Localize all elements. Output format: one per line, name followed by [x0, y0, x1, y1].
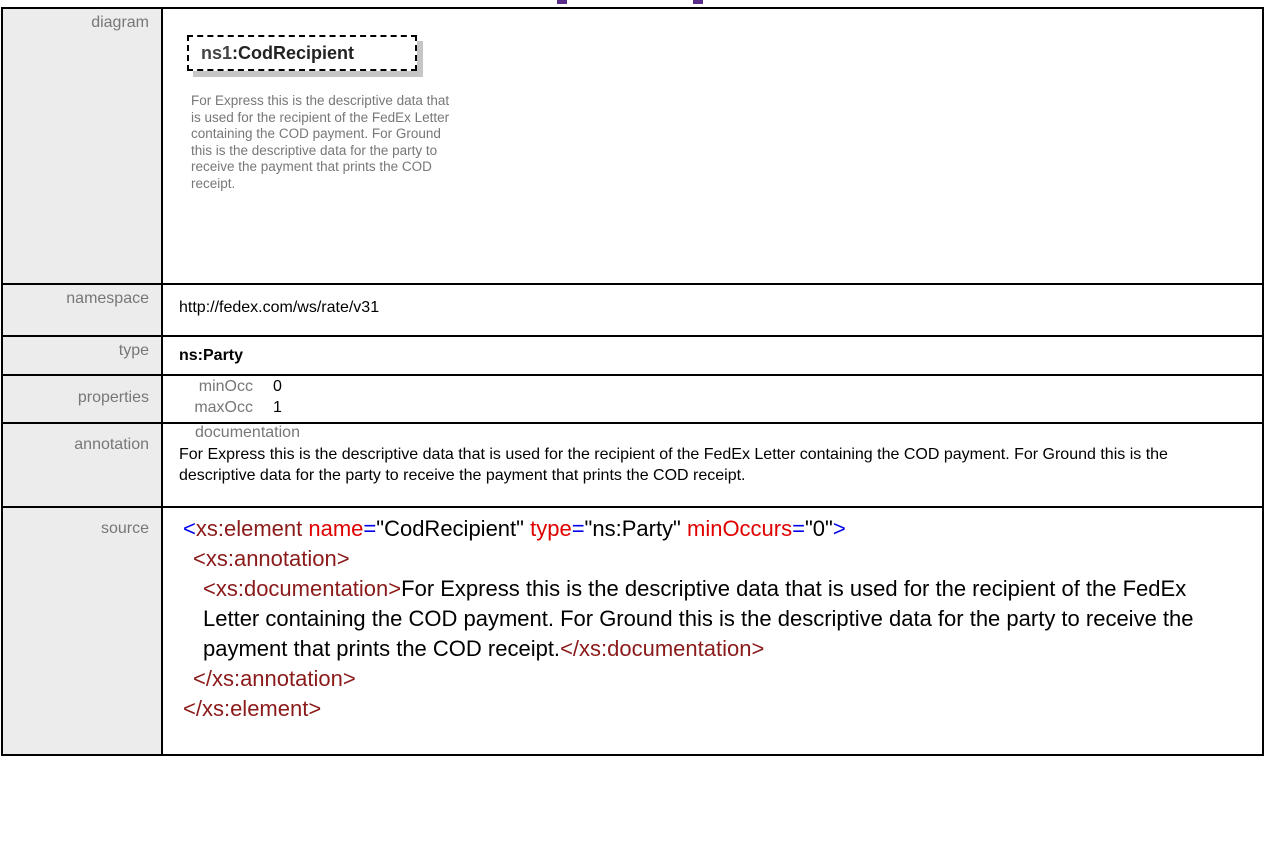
- namespace-label: namespace: [1, 283, 163, 337]
- properties-row: properties minOcc 0 maxOcc 1: [1, 374, 1264, 424]
- namespace-value: http://fedex.com/ws/rate/v31: [179, 299, 380, 316]
- property-item: maxOcc 1: [163, 397, 1262, 418]
- element-properties-table: diagram ns1:CodRecipient For Express thi…: [1, 7, 1264, 756]
- annotation-label: annotation: [1, 422, 163, 508]
- source-label: source: [1, 506, 163, 756]
- source-element-tag: xs:element: [195, 516, 309, 541]
- diagram-label: diagram: [1, 7, 163, 285]
- annotation-row: annotation documentation For Express thi…: [1, 422, 1264, 508]
- annotation-heading: documentation: [195, 424, 300, 441]
- source-line-element-open: <xs:element name="CodRecipient" type="ns…: [183, 516, 846, 541]
- source-line-documentation: <xs:documentation>For Express this is th…: [203, 576, 1194, 661]
- source-line-element-close: </xs:element>: [183, 696, 322, 721]
- heading-glyph-fragment: [557, 0, 567, 4]
- property-value: 0: [273, 378, 282, 395]
- source-line-annotation-close: </xs:annotation>: [193, 666, 356, 691]
- property-name: minOcc: [198, 378, 253, 395]
- element-diagram: ns1:CodRecipient For Express this is the…: [163, 9, 1262, 283]
- property-item: minOcc 0: [163, 376, 1262, 397]
- type-link[interactable]: ns:Party: [179, 337, 243, 365]
- element-name: ns1:CodRecipient: [201, 43, 355, 63]
- namespace-row: namespace http://fedex.com/ws/rate/v31: [1, 283, 1264, 337]
- properties-list: minOcc 0 maxOcc 1: [163, 376, 1262, 418]
- source-line-annotation-open: <xs:annotation>: [193, 546, 350, 571]
- property-name: maxOcc: [194, 399, 253, 416]
- type-row: type ns:Party: [1, 335, 1264, 376]
- source-row: source <xs:element name="CodRecipient" t…: [1, 506, 1264, 756]
- properties-label: properties: [1, 374, 163, 424]
- heading-remnant: [0, 0, 1266, 6]
- annotation-text: For Express this is the descriptive data…: [179, 446, 1168, 484]
- heading-glyph-fragment: [693, 0, 703, 4]
- element-box[interactable]: ns1:CodRecipient: [187, 35, 423, 77]
- property-value: 1: [273, 399, 282, 416]
- diagram-row: diagram ns1:CodRecipient For Express thi…: [1, 7, 1264, 285]
- type-label: type: [1, 335, 163, 376]
- xml-source: <xs:element name="CodRecipient" type="ns…: [183, 508, 1232, 724]
- diagram-documentation: For Express this is the descriptive data…: [191, 93, 450, 191]
